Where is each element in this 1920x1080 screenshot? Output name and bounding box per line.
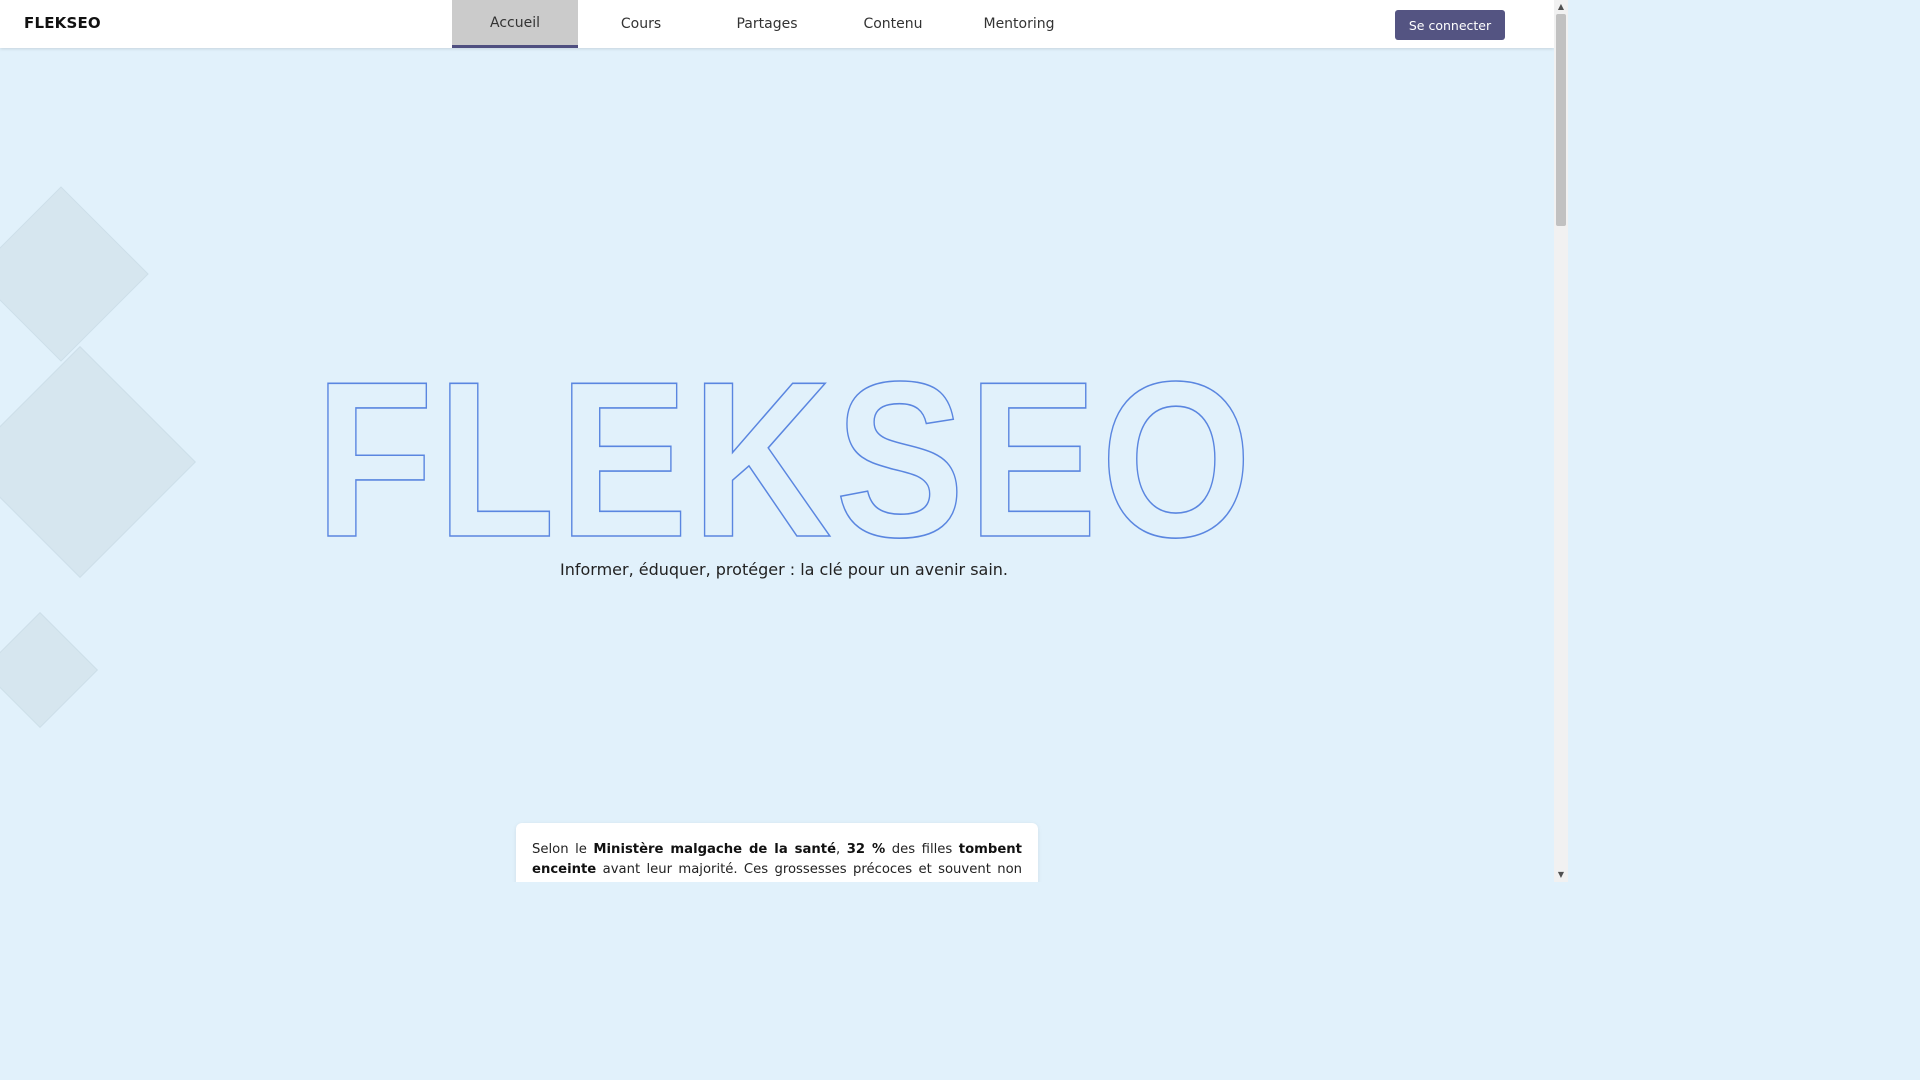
hero-title-text: FLEKSEO [315,360,1255,555]
info-bold-stat: 32 % [846,842,886,857]
info-card: Selon le Ministère malgache de la santé,… [516,823,1038,882]
decorative-diamond [0,186,149,362]
info-text: avant leur majorité. Ces grossesses préc… [602,862,1022,877]
decorative-diamond [0,612,98,728]
scrollbar-thumb[interactable] [1556,14,1566,226]
viewport: FLEKSEO Accueil Cours Partages Contenu M… [0,0,1554,882]
hero-tagline: Informer, éduquer, protéger : la clé pou… [559,560,1009,579]
brand-logo[interactable]: FLEKSEO [24,14,101,32]
info-text: Selon le [532,842,594,857]
info-text: des filles [885,842,959,857]
page: FLEKSEO Accueil Cours Partages Contenu M… [0,0,1568,882]
main-nav: Accueil Cours Partages Contenu Mentoring [452,0,1082,48]
hero-title: FLEKSEO [314,360,1255,555]
top-navbar: FLEKSEO Accueil Cours Partages Contenu M… [0,0,1554,48]
nav-item-mentoring[interactable]: Mentoring [956,0,1082,48]
info-bold-source: Ministère malgache de la santé [593,842,837,857]
nav-item-contenu[interactable]: Contenu [830,0,956,48]
triangle-down-icon[interactable]: ▼ [1554,868,1568,882]
nav-item-cours[interactable]: Cours [578,0,704,48]
nav-item-partages[interactable]: Partages [704,0,830,48]
nav-item-accueil[interactable]: Accueil [452,0,578,48]
login-button[interactable]: Se connecter [1395,10,1505,40]
info-text: , [836,842,847,857]
decorative-diamond [0,346,196,578]
triangle-up-icon[interactable]: ▲ [1554,0,1568,14]
vertical-scrollbar[interactable]: ▲ ▼ [1554,0,1568,882]
